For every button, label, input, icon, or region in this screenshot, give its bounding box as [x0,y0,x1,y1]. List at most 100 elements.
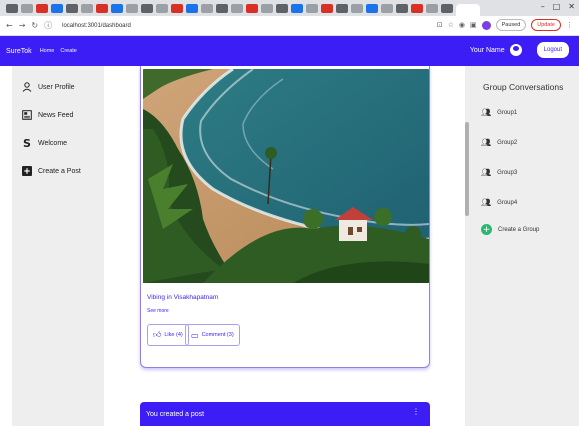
extension-icon[interactable]: ⊡ [437,21,443,29]
tab-favicon[interactable] [306,3,318,13]
sidebar-item-label: News Feed [38,111,74,119]
more-options-icon[interactable]: ⋮ [412,407,420,416]
tab-favicon[interactable] [381,3,393,13]
thumbs-up-icon: 👍︎ [153,330,162,339]
comment-icon: ▭ [191,330,199,340]
tab-favicon[interactable] [411,3,423,13]
create-group-label: Create a Group [498,226,540,233]
group-item-1[interactable]: 👥︎ Group1 [481,108,517,117]
tab-favicon[interactable] [186,3,198,13]
group-item-2[interactable]: 👥︎ Group2 [481,138,517,147]
nav-create[interactable]: Create [60,48,77,54]
maximize-icon[interactable]: □ [553,2,561,11]
tab-favicon[interactable] [51,3,63,13]
menu-icon[interactable]: ⋮ [566,21,573,29]
group-item-3[interactable]: 👥︎ Group3 [481,168,517,177]
s-logo-icon: S [23,136,31,150]
tab-favicon[interactable] [366,3,378,13]
star-icon[interactable]: ☆ [448,21,454,29]
tab-favicon[interactable] [201,3,213,13]
tab-favicon[interactable] [351,3,363,13]
like-label: Like (4) [164,332,183,338]
group-icon: 👥︎ [481,108,492,117]
tab-favicon[interactable] [261,3,273,13]
sidebar-item-label: Welcome [38,139,68,147]
tab-favicon[interactable] [141,3,153,13]
back-icon[interactable]: ← [6,21,13,30]
group-label: Group3 [497,169,518,176]
browser-tab-strip: – □ ✕ [0,0,579,16]
extension-icon[interactable]: ◉ [459,21,465,29]
tab-favicon[interactable] [111,3,123,13]
group-icon: 👥︎ [481,168,492,177]
minimize-icon[interactable]: – [541,2,545,11]
browser-address-bar: ← → ↻ ⓘ localhost:3001/dashboard ⊡ ☆ ◉ ▣… [0,16,579,36]
sidebar-item-create-post[interactable]: Create a Post [12,164,104,178]
post-card-header: You created a post ⋮ [140,402,430,426]
scrollbar-thumb[interactable] [465,122,469,216]
like-button[interactable]: 👍︎ Like (4) [147,324,189,346]
sidebar-item-label: User Profile [38,83,75,91]
user-avatar-icon[interactable] [509,44,522,56]
create-group-button[interactable]: + Create a Group [481,224,539,235]
sidebar-item-welcome[interactable]: S Welcome [12,136,104,150]
sidebar-item-user-profile[interactable]: User Profile [12,80,104,94]
brand-logo[interactable]: SureTok [6,48,32,55]
window-controls: – □ ✕ [541,2,575,11]
post-title: You created a post [146,410,205,418]
sidebar-item-label: Create a Post [38,167,81,175]
left-sidebar: User Profile News Feed S Welcome Create … [12,66,104,426]
see-more-link[interactable]: See more [147,308,169,314]
group-item-4[interactable]: 👥︎ Group4 [481,198,517,207]
tab-favicon[interactable] [36,3,48,13]
browser-toolbar-right: ⊡ ☆ ◉ ▣ Paused Update ⋮ [437,19,573,31]
news-feed: Vibing in Visakhapatnam See more 👍︎ Like… [104,66,465,426]
add-box-icon [22,166,32,176]
newspaper-icon [22,110,32,120]
user-name: Your Name [469,46,505,54]
tab-favicon[interactable] [336,3,348,13]
info-icon: ⓘ [44,21,53,30]
tab-favicon[interactable] [276,3,288,13]
comment-label: Comment (3) [201,332,234,338]
tab-favicon[interactable] [6,3,18,13]
post-image[interactable] [143,69,429,283]
close-icon[interactable]: ✕ [568,2,575,11]
post-caption: Vibing in Visakhapatnam [147,294,219,301]
url-field[interactable]: localhost:3001/dashboard [62,23,131,29]
reload-icon[interactable]: ↻ [31,21,38,30]
group-icon: 👥︎ [481,138,492,147]
active-tab[interactable] [456,4,480,16]
group-icon: 👥︎ [481,198,492,207]
tab-favicon[interactable] [426,3,438,13]
app-header: SureTok Home Create Your Name Logout [0,36,579,66]
forward-icon[interactable]: → [19,21,26,30]
logout-button[interactable]: Logout [536,42,569,58]
tab-favicon[interactable] [156,3,168,13]
paused-pill[interactable]: Paused [495,19,527,31]
sidebar-item-news-feed[interactable]: News Feed [12,108,104,122]
person-icon [22,82,32,92]
nav-home[interactable]: Home [40,48,55,54]
tab-favicon[interactable] [171,3,183,13]
extension-icon[interactable]: ▣ [470,21,477,29]
tab-favicon[interactable] [216,3,228,13]
update-pill[interactable]: Update [531,19,561,31]
tab-favicon[interactable] [291,3,303,13]
tab-favicon[interactable] [126,3,138,13]
tab-favicon[interactable] [246,3,258,13]
tab-favicon[interactable] [81,3,93,13]
tab-favicon[interactable] [96,3,108,13]
add-circle-icon: + [481,224,492,235]
tab-favicon[interactable] [231,3,243,13]
tab-favicon[interactable] [441,3,453,13]
tab-favicon[interactable] [66,3,78,13]
tab-favicon[interactable] [321,3,333,13]
comment-button[interactable]: ▭ Comment (3) [185,324,240,346]
tab-favicon[interactable] [396,3,408,13]
tab-favicon[interactable] [21,3,33,13]
header-user-area: Your Name Logout [470,42,569,58]
group-conversations-title: Group Conversations [483,82,564,92]
group-label: Group1 [497,109,518,116]
profile-avatar[interactable] [481,20,491,30]
